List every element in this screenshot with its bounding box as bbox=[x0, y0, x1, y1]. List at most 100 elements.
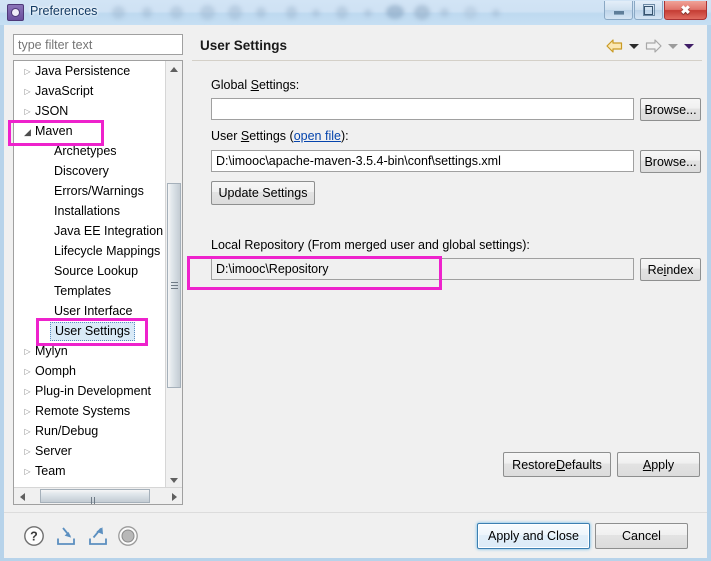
sidebar-item-installations[interactable]: Installations bbox=[14, 201, 166, 221]
local-repository-input[interactable] bbox=[211, 258, 634, 280]
apply-button[interactable]: Apply bbox=[617, 452, 700, 477]
back-history-chevron-down-icon[interactable] bbox=[629, 43, 639, 49]
minimize-button[interactable] bbox=[604, 1, 633, 20]
maximize-button[interactable] bbox=[634, 1, 663, 20]
sidebar-item-server[interactable]: ▷ Server bbox=[14, 441, 166, 461]
close-button[interactable]: ✖ bbox=[664, 1, 707, 20]
sidebar-item-label: Maven bbox=[35, 124, 73, 138]
forward-history-chevron-down-icon[interactable] bbox=[668, 43, 678, 49]
glass-blur-artifact bbox=[286, 6, 297, 19]
global-settings-label: Global Settings: bbox=[211, 78, 300, 92]
sidebar-item-team[interactable]: ▷ Team bbox=[14, 461, 166, 481]
page-navigation bbox=[606, 37, 694, 55]
preferences-tree[interactable]: ▷ Java Persistence ▷ JavaScript ▷ JSON ◢ Maven A… bbox=[13, 60, 183, 505]
help-question-icon[interactable]: ? bbox=[23, 525, 45, 547]
twisty-collapsed-icon[interactable]: ▷ bbox=[20, 62, 35, 82]
window-title: Preferences bbox=[30, 4, 98, 18]
twisty-collapsed-icon[interactable]: ▷ bbox=[20, 102, 35, 122]
dialog-body: ▷Java Persistence▷JavaScript▷JSON◢MavenA… bbox=[0, 25, 711, 561]
sidebar-item-json[interactable]: ▷ JSON bbox=[14, 101, 166, 121]
glass-blur-artifact bbox=[336, 6, 348, 19]
twisty-collapsed-icon[interactable]: ▷ bbox=[20, 362, 35, 382]
sidebar-item-oomph[interactable]: ▷ Oomph bbox=[14, 361, 166, 381]
sidebar-item-errors-warnings[interactable]: Errors/Warnings bbox=[14, 181, 166, 201]
twisty-collapsed-icon[interactable]: ▷ bbox=[20, 422, 35, 442]
dialog-content: ▷Java Persistence▷JavaScript▷JSON◢MavenA… bbox=[4, 25, 707, 558]
sidebar-item-templates[interactable]: Templates bbox=[14, 281, 166, 301]
user-settings-input[interactable] bbox=[211, 150, 634, 172]
tree-vertical-scrollbar[interactable] bbox=[165, 61, 182, 489]
cancel-button[interactable]: Cancel bbox=[595, 523, 688, 549]
update-settings-button[interactable]: Update Settings bbox=[211, 181, 315, 205]
twisty-collapsed-icon[interactable]: ▷ bbox=[20, 462, 35, 482]
sidebar-item-maven[interactable]: ◢ Maven bbox=[14, 121, 166, 141]
global-settings-browse-button[interactable]: Browse... bbox=[640, 98, 701, 121]
glass-blur-artifact bbox=[364, 9, 372, 17]
sidebar-item-label: User Settings bbox=[50, 322, 136, 341]
view-menu-chevron-down-icon[interactable] bbox=[684, 43, 694, 49]
sidebar-item-javascript[interactable]: ▷ JavaScript bbox=[14, 81, 166, 101]
back-arrow-icon[interactable] bbox=[606, 39, 623, 53]
sidebar-item-label: Archetypes bbox=[54, 144, 117, 158]
sidebar-item-remote-systems[interactable]: ▷ Remote Systems bbox=[14, 401, 166, 421]
sidebar-item-user-settings[interactable]: User Settings bbox=[14, 321, 166, 341]
sidebar-item-plug-in-development[interactable]: ▷ Plug-in Development bbox=[14, 381, 166, 401]
twisty-collapsed-icon[interactable]: ▷ bbox=[20, 82, 35, 102]
sidebar-item-label: Lifecycle Mappings bbox=[54, 244, 161, 258]
triangle-left-icon bbox=[19, 492, 25, 501]
open-file-link[interactable]: open file bbox=[294, 129, 341, 143]
svg-text:?: ? bbox=[30, 530, 38, 544]
dialog-footer: ? Apply and Close Cancel bbox=[4, 512, 707, 558]
sidebar-item-run-debug[interactable]: ▷ Run/Debug bbox=[14, 421, 166, 441]
vertical-scroll-thumb[interactable] bbox=[167, 183, 181, 388]
tree-horizontal-scrollbar[interactable] bbox=[14, 487, 182, 504]
reindex-button[interactable]: Re i ndex bbox=[640, 258, 701, 281]
sidebar-item-label: Run/Debug bbox=[35, 424, 99, 438]
status-circle-icon[interactable] bbox=[117, 525, 139, 547]
glass-blur-artifact bbox=[414, 5, 430, 20]
horizontal-scroll-thumb[interactable] bbox=[40, 489, 150, 504]
filter-input[interactable] bbox=[13, 34, 183, 55]
sidebar-item-java-ee-integration[interactable]: Java EE Integration bbox=[14, 221, 166, 241]
sidebar-item-java-persistence[interactable]: ▷ Java Persistence bbox=[14, 61, 166, 81]
twisty-collapsed-icon[interactable]: ▷ bbox=[20, 442, 35, 462]
sidebar-item-label: Java EE Integration bbox=[54, 224, 164, 238]
sidebar-item-label: JSON bbox=[35, 104, 69, 118]
glass-blur-artifact bbox=[170, 6, 183, 19]
sidebar-item-label: Discovery bbox=[54, 164, 109, 178]
sidebar-item-label: JavaScript bbox=[35, 84, 94, 98]
twisty-collapsed-icon[interactable]: ▷ bbox=[20, 342, 35, 362]
import-arrow-icon[interactable] bbox=[55, 525, 77, 547]
sidebar-item-source-lookup[interactable]: Source Lookup bbox=[14, 261, 166, 281]
user-settings-browse-button[interactable]: Browse... bbox=[640, 150, 701, 173]
sidebar-item-label: Errors/Warnings bbox=[54, 184, 144, 198]
sidebar-item-label: Mylyn bbox=[35, 344, 68, 358]
local-repository-label: Local Repository (From merged user and g… bbox=[211, 238, 530, 252]
glass-blur-artifact bbox=[464, 6, 477, 19]
sidebar-item-discovery[interactable]: Discovery bbox=[14, 161, 166, 181]
sidebar-item-label: Templates bbox=[54, 284, 111, 298]
scroll-up-button[interactable] bbox=[166, 61, 182, 78]
apply-and-close-button[interactable]: Apply and Close bbox=[477, 523, 590, 549]
sidebar-item-label: Installations bbox=[54, 204, 121, 218]
glass-blur-artifact bbox=[386, 5, 404, 19]
twisty-expanded-icon[interactable]: ◢ bbox=[20, 122, 35, 142]
twisty-collapsed-icon[interactable]: ▷ bbox=[20, 382, 35, 402]
tree-list: ▷ Java Persistence ▷ JavaScript ▷ JSON ◢ Maven A… bbox=[14, 61, 166, 481]
scroll-left-button[interactable] bbox=[14, 488, 30, 504]
sidebar-item-user-interface[interactable]: User Interface bbox=[14, 301, 166, 321]
sidebar-item-lifecycle-mappings[interactable]: Lifecycle Mappings bbox=[14, 241, 166, 261]
export-arrow-icon[interactable] bbox=[87, 525, 109, 547]
restore-defaults-button[interactable]: Restore Defaults bbox=[503, 452, 611, 477]
twisty-collapsed-icon[interactable]: ▷ bbox=[20, 402, 35, 422]
global-settings-input[interactable] bbox=[211, 98, 634, 120]
title-separator bbox=[192, 60, 702, 61]
forward-arrow-icon[interactable] bbox=[645, 39, 662, 53]
title-bar: Preferences ✖ bbox=[0, 0, 711, 26]
sidebar-item-archetypes[interactable]: Archetypes bbox=[14, 141, 166, 161]
scroll-right-button[interactable] bbox=[166, 488, 182, 504]
sidebar-item-label: Remote Systems bbox=[35, 404, 131, 418]
glass-blur-artifact bbox=[200, 5, 215, 20]
sidebar-item-mylyn[interactable]: ▷ Mylyn bbox=[14, 341, 166, 361]
sidebar-item-label: User Interface bbox=[54, 304, 133, 318]
